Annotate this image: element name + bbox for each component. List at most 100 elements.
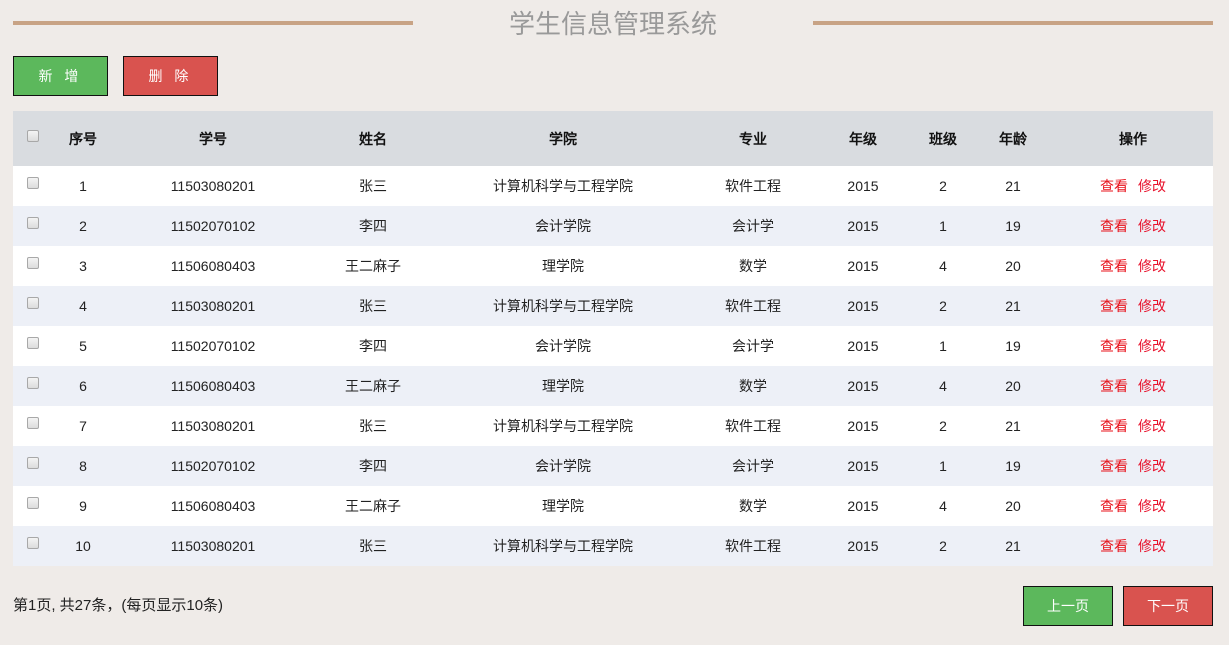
cell-no: 10	[75, 538, 91, 554]
cell-college: 计算机科学与工程学院	[493, 178, 633, 194]
cell-grade: 2015	[847, 458, 879, 474]
row-checkbox[interactable]	[27, 537, 39, 550]
view-link[interactable]: 查看	[1100, 498, 1128, 514]
row-select-cell	[13, 366, 53, 406]
view-link[interactable]: 查看	[1100, 258, 1128, 274]
edit-link[interactable]: 修改	[1138, 498, 1166, 514]
row-checkbox[interactable]	[27, 257, 39, 270]
view-link[interactable]: 查看	[1100, 298, 1128, 314]
header-divider-right	[813, 21, 1213, 25]
row-checkbox[interactable]	[27, 497, 39, 510]
table-row: 8 11502070102 李四 会计学院 会计学 2015 1 19 查看 修改	[13, 446, 1213, 486]
header-college: 学院	[549, 130, 577, 147]
cell-no: 5	[79, 338, 87, 354]
cell-actions: 查看 修改	[1053, 206, 1213, 246]
table-row: 3 11506080403 王二麻子 理学院 数学 2015 4 20 查看 修改	[13, 246, 1213, 286]
cell-age: 19	[1005, 338, 1021, 354]
header-divider-left	[13, 21, 413, 25]
row-checkbox[interactable]	[27, 217, 39, 230]
header-grade: 年级	[849, 130, 877, 147]
cell-age: 21	[1005, 538, 1021, 554]
cell-student-id: 11502070102	[170, 458, 256, 474]
delete-button[interactable]: 删 除	[123, 56, 218, 96]
cell-actions: 查看 修改	[1053, 166, 1213, 206]
header-no: 序号	[69, 130, 97, 147]
select-all-checkbox[interactable]	[27, 129, 39, 142]
row-select-cell	[13, 246, 53, 286]
cell-college: 计算机科学与工程学院	[493, 418, 633, 434]
view-link[interactable]: 查看	[1100, 538, 1128, 554]
row-select-cell	[13, 446, 53, 486]
edit-link[interactable]: 修改	[1138, 218, 1166, 234]
cell-student-id: 11503080201	[170, 298, 256, 314]
edit-link[interactable]: 修改	[1138, 298, 1166, 314]
cell-no: 6	[79, 378, 87, 394]
prev-page-button[interactable]: 上一页	[1023, 586, 1113, 626]
table-row: 4 11503080201 张三 计算机科学与工程学院 软件工程 2015 2 21 查看 修改	[13, 286, 1213, 326]
header-name: 姓名	[359, 130, 387, 147]
edit-link[interactable]: 修改	[1138, 458, 1166, 474]
cell-grade: 2015	[847, 218, 879, 234]
cell-actions: 查看 修改	[1053, 526, 1213, 566]
cell-actions: 查看 修改	[1053, 366, 1213, 406]
cell-class: 2	[939, 298, 947, 314]
edit-link[interactable]: 修改	[1138, 378, 1166, 394]
cell-name: 张三	[359, 178, 387, 194]
cell-no: 1	[79, 178, 87, 194]
page-header: 学生信息管理系统	[0, 0, 1229, 48]
cell-grade: 2015	[847, 498, 879, 514]
cell-class: 1	[939, 338, 947, 354]
cell-class: 1	[939, 458, 947, 474]
row-select-cell	[13, 486, 53, 526]
row-checkbox[interactable]	[27, 417, 39, 430]
table-row: 2 11502070102 李四 会计学院 会计学 2015 1 19 查看 修改	[13, 206, 1213, 246]
cell-grade: 2015	[847, 418, 879, 434]
cell-class: 2	[939, 418, 947, 434]
page-title: 学生信息管理系统	[508, 9, 717, 39]
cell-no: 2	[79, 218, 87, 234]
row-checkbox[interactable]	[27, 377, 39, 390]
cell-name: 王二麻子	[345, 378, 401, 394]
cell-age: 20	[1005, 498, 1021, 514]
cell-no: 4	[79, 298, 87, 314]
cell-age: 20	[1005, 258, 1021, 274]
view-link[interactable]: 查看	[1100, 458, 1128, 474]
cell-class: 4	[939, 258, 947, 274]
next-page-button[interactable]: 下一页	[1123, 586, 1213, 626]
add-button[interactable]: 新 增	[13, 56, 108, 96]
cell-actions: 查看 修改	[1053, 326, 1213, 366]
cell-actions: 查看 修改	[1053, 406, 1213, 446]
cell-name: 张三	[359, 418, 387, 434]
row-checkbox[interactable]	[27, 337, 39, 350]
view-link[interactable]: 查看	[1100, 338, 1128, 354]
view-link[interactable]: 查看	[1100, 418, 1128, 434]
cell-class: 4	[939, 498, 947, 514]
row-select-cell	[13, 406, 53, 446]
cell-college: 会计学院	[535, 338, 591, 354]
edit-link[interactable]: 修改	[1138, 258, 1166, 274]
edit-link[interactable]: 修改	[1138, 418, 1166, 434]
view-link[interactable]: 查看	[1100, 378, 1128, 394]
cell-major: 软件工程	[725, 298, 781, 314]
cell-age: 21	[1005, 298, 1021, 314]
view-link[interactable]: 查看	[1100, 218, 1128, 234]
edit-link[interactable]: 修改	[1138, 178, 1166, 194]
row-checkbox[interactable]	[27, 457, 39, 470]
edit-link[interactable]: 修改	[1138, 538, 1166, 554]
cell-age: 21	[1005, 178, 1021, 194]
view-link[interactable]: 查看	[1100, 178, 1128, 194]
row-checkbox[interactable]	[27, 177, 39, 190]
cell-college: 理学院	[542, 378, 584, 394]
cell-college: 理学院	[542, 498, 584, 514]
select-all-cell	[13, 111, 53, 166]
row-checkbox[interactable]	[27, 297, 39, 310]
cell-college: 计算机科学与工程学院	[493, 298, 633, 314]
student-table: 序号 学号 姓名 学院 专业 年级 班级 年龄 操作 1 11503080201 张…	[13, 111, 1213, 566]
cell-name: 王二麻子	[345, 258, 401, 274]
edit-link[interactable]: 修改	[1138, 338, 1166, 354]
cell-age: 19	[1005, 458, 1021, 474]
header-actions: 操作	[1119, 130, 1147, 147]
cell-class: 2	[939, 178, 947, 194]
header-class: 班级	[929, 130, 957, 147]
table-row: 6 11506080403 王二麻子 理学院 数学 2015 4 20 查看 修改	[13, 366, 1213, 406]
